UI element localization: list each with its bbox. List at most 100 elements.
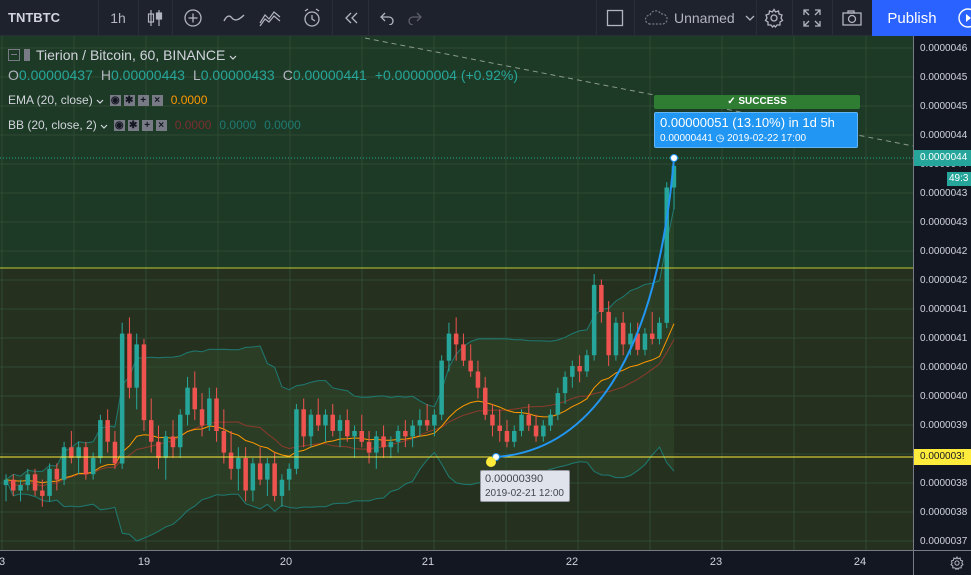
indicators-icon [223,11,245,25]
candle-body [236,458,241,469]
price-tick: 0.0000038 [920,478,968,489]
bb-basis-value: 0.0000 [174,118,212,132]
candle-body [301,409,306,437]
collapse-legend-icon[interactable] [8,49,20,61]
candle-body [541,425,546,437]
forecast-target-label[interactable]: 0.00000051 (13.10%) in 1d 5h 0.00000441 … [654,112,858,148]
settings-icon[interactable]: ✱ [127,119,139,131]
horizontal-line-price-label: 0.000003! [914,449,971,465]
symbol-search[interactable]: TNTBTC [0,0,98,35]
add-indicator-button[interactable] [178,0,208,35]
publish-button[interactable]: Publish [872,0,952,36]
candle-body [570,366,575,377]
candle-body [468,360,473,372]
symbol-logo-icon [24,49,30,61]
candle-body [47,468,52,496]
price-tick: 0.0000041 [920,304,968,315]
redo-button[interactable] [402,0,430,35]
price-tick: 0.0000039 [920,420,968,431]
candle-body [417,420,423,426]
price-scale[interactable]: 0.0000046 0.0000045 0.0000045 0.0000044 0.00… [913,36,971,550]
time-scale[interactable]: 3 19 20 21 22 23 24 [0,550,913,575]
candle-body [170,436,176,448]
forecast-start-price: 0.00000390 [485,473,544,485]
indicators-button[interactable] [218,0,250,35]
bb-label[interactable]: BB (20, close, 2) [8,118,97,132]
candle-body [657,322,662,339]
candle-body [359,431,364,442]
settings-icon[interactable] [950,556,964,575]
chevron-down-icon[interactable] [96,93,104,107]
candle-body [185,387,190,415]
toolbar-divider [332,0,333,35]
time-tick: 22 [565,556,579,568]
low-value: 0.00000433 [200,67,275,83]
snapshot-icon [842,9,862,26]
settings-button[interactable] [758,0,790,35]
candle-body [199,409,205,426]
play-icon [952,8,971,36]
chevron-down-icon [745,15,755,21]
layout-name-menu[interactable]: Unnamed [640,0,758,35]
ohlc-readout: O 0.00000437 H 0.00000443 L 0.00000433 C… [8,67,526,83]
candle-body [439,360,444,415]
candle-body [178,414,183,448]
price-tick: 0.0000040 [920,362,968,373]
price-tick: 0.0000038 [920,507,968,518]
candle-body [141,344,147,421]
add-icon[interactable]: + [141,119,153,131]
high-value: 0.00000443 [110,67,185,83]
close-icon[interactable]: × [155,119,167,131]
candle-body [90,458,96,475]
settings-icon[interactable]: ✱ [123,94,135,106]
candle-body [228,452,234,469]
series-title[interactable]: Tierion / Bitcoin, 60, BINANCE [36,47,225,63]
alert-button[interactable] [296,0,328,35]
candle-body [119,333,125,464]
candle-body [294,409,299,469]
toolbar-divider [138,0,139,35]
visibility-icon[interactable]: ◉ [109,94,121,106]
candle-body [112,441,118,464]
toolbar-divider [596,0,597,35]
candle-body [642,333,648,350]
snapshot-button[interactable] [836,0,868,35]
ema-label[interactable]: EMA (20, close) [8,93,93,107]
ema-legend: EMA (20, close) ◉ ✱ + × 0.0000 [8,93,207,107]
candle-body [374,436,379,453]
visibility-icon[interactable]: ◉ [113,119,125,131]
replay-button[interactable] [336,0,366,35]
chevron-down-icon[interactable] [229,47,237,63]
add-icon[interactable]: + [137,94,149,106]
undo-button[interactable] [372,0,400,35]
compare-button[interactable] [254,0,286,35]
candle-body [69,447,74,458]
candle-body [192,387,197,410]
toolbar-divider [368,0,369,35]
candle-body [163,436,168,458]
layout-button[interactable] [600,0,630,35]
scale-corner[interactable] [913,550,971,575]
candle-body [548,414,553,426]
play-button[interactable] [952,0,971,36]
chart-style-button[interactable] [140,0,170,35]
candle-body [577,366,582,372]
candle-body [490,414,495,426]
series-legend: Tierion / Bitcoin, 60, BINANCE [8,47,237,63]
close-value: 0.00000441 [292,67,367,83]
candle-body [257,463,263,480]
layout-name: Unnamed [674,9,735,26]
close-icon[interactable]: × [151,94,163,106]
candle-body [54,468,60,480]
forecast-start-label[interactable]: 0.00000390 2019-02-21 12:00 [480,470,570,502]
interval-selector[interactable]: 1h [100,0,136,35]
candle-body [207,398,212,426]
candle-body [519,414,524,431]
toolbar-divider [98,0,99,35]
price-tick: 0.0000046 [920,43,968,54]
price-tick: 0.0000041 [920,333,968,344]
fullscreen-button[interactable] [796,0,828,35]
chevron-down-icon[interactable] [100,118,108,132]
price-tick: 0.0000042 [920,246,968,257]
candle-body [316,414,321,426]
